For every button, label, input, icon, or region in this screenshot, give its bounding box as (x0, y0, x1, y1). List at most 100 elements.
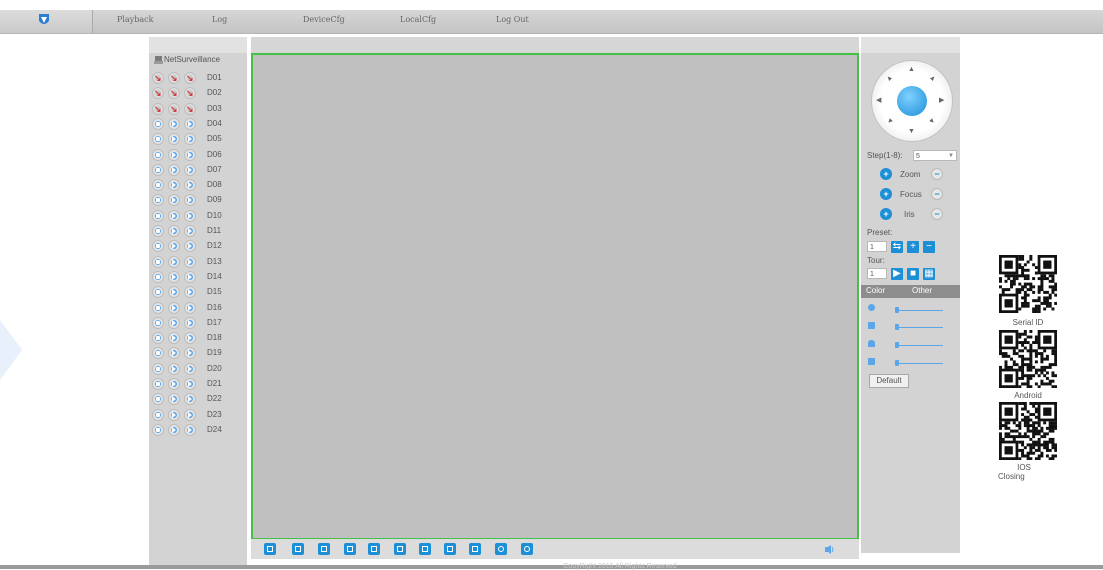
channel-stream-button[interactable]: ↘ (184, 72, 196, 84)
tour-input[interactable]: 1 (867, 268, 887, 279)
layout-16-button[interactable] (419, 543, 431, 555)
channel-play-button[interactable] (168, 255, 180, 268)
record-all-button[interactable] (444, 543, 456, 555)
preset-remove-button[interactable]: − (923, 241, 935, 253)
layout-9-button[interactable] (394, 543, 406, 555)
channel-row[interactable]: D24 (152, 423, 242, 436)
channel-row[interactable]: D11 (152, 225, 242, 237)
default-button[interactable]: Default (869, 374, 909, 388)
brightness-slider[interactable] (895, 310, 943, 311)
focus-in-button[interactable]: + (880, 188, 892, 200)
channel-play-button[interactable] (168, 240, 180, 253)
channel-stream-button[interactable] (184, 270, 196, 283)
channel-record-button[interactable]: ↘ (152, 102, 164, 115)
iris-open-button[interactable]: + (880, 208, 892, 220)
channel-row[interactable]: ↘ ↘ ↘ D03 (152, 102, 242, 115)
channel-stream-button[interactable] (184, 240, 196, 253)
channel-stream-button[interactable] (184, 255, 196, 268)
channel-row[interactable]: D04 (152, 117, 242, 130)
channel-row[interactable]: D21 (152, 378, 242, 390)
stream-toggle-button[interactable] (521, 543, 533, 555)
channel-row[interactable]: D15 (152, 286, 242, 299)
hue-knob[interactable] (895, 360, 899, 366)
nav-localcfg[interactable]: LocalCfg (400, 15, 436, 24)
channel-play-button[interactable] (168, 179, 180, 192)
channel-play-button[interactable] (168, 408, 180, 421)
channel-record-button[interactable]: ↘ (152, 72, 164, 84)
channel-row[interactable]: D22 (152, 393, 242, 406)
layout-8-button[interactable] (368, 543, 380, 555)
channel-stream-button[interactable] (184, 332, 196, 345)
channel-row[interactable]: D13 (152, 255, 242, 268)
zoom-out-button[interactable]: − (931, 168, 943, 180)
channel-record-button[interactable] (152, 148, 164, 161)
channel-play-button[interactable]: ↘ (168, 87, 180, 100)
channel-record-button[interactable] (152, 347, 164, 360)
channel-play-button[interactable] (168, 362, 180, 375)
tour-settings-button[interactable]: ▦ (923, 268, 935, 280)
channel-row[interactable]: D09 (152, 194, 242, 207)
video-viewport[interactable] (251, 53, 859, 540)
channel-row[interactable]: D06 (152, 148, 242, 161)
channel-record-button[interactable] (152, 194, 164, 207)
layout-6-button[interactable] (344, 543, 356, 555)
channel-row[interactable]: D16 (152, 301, 242, 314)
layout-4-button[interactable] (318, 543, 330, 555)
channel-stream-button[interactable] (184, 362, 196, 375)
channel-record-button[interactable] (152, 163, 164, 176)
channel-record-button[interactable] (152, 117, 164, 130)
channel-stream-button[interactable] (184, 209, 196, 222)
fullscreen-button[interactable] (264, 543, 276, 555)
ptz-left-icon[interactable]: ◀ (876, 97, 881, 104)
tour-play-button[interactable]: ▶ (891, 268, 903, 280)
channel-record-button[interactable] (152, 316, 164, 329)
saturation-knob[interactable] (895, 342, 899, 348)
channel-stream-button[interactable] (184, 423, 196, 436)
channel-stream-button[interactable] (184, 117, 196, 130)
channel-row[interactable]: ↘ ↘ ↘ D02 (152, 87, 242, 100)
channel-record-button[interactable] (152, 270, 164, 283)
preset-input[interactable]: 1 (867, 241, 887, 252)
channel-play-button[interactable] (168, 163, 180, 176)
channel-row[interactable]: D19 (152, 347, 242, 360)
channel-play-button[interactable] (168, 423, 180, 436)
channel-play-button[interactable] (168, 378, 180, 390)
channel-play-button[interactable] (168, 148, 180, 161)
nav-logout[interactable]: Log Out (496, 15, 529, 24)
saturation-slider[interactable] (895, 345, 943, 346)
channel-play-button[interactable] (168, 347, 180, 360)
channel-play-button[interactable] (168, 270, 180, 283)
hue-slider[interactable] (895, 363, 943, 364)
iris-close-button[interactable]: − (931, 208, 943, 220)
step-select[interactable]: 5 ▼ (913, 150, 957, 161)
channel-record-button[interactable] (152, 286, 164, 299)
nav-devicecfg[interactable]: DeviceCfg (303, 15, 345, 24)
channel-row[interactable]: D17 (152, 316, 242, 329)
channel-row[interactable]: D10 (152, 209, 242, 222)
device-tree-root[interactable]: NetSurveillance (154, 55, 246, 67)
channel-play-button[interactable] (168, 117, 180, 130)
channel-row[interactable]: ↘ ↘ ↘ D01 (152, 72, 242, 84)
channel-play-button[interactable] (168, 194, 180, 207)
channel-row[interactable]: D18 (152, 332, 242, 345)
focus-out-button[interactable]: − (931, 188, 943, 200)
ptz-right-icon[interactable]: ▶ (939, 97, 944, 104)
channel-record-button[interactable] (152, 393, 164, 406)
channel-record-button[interactable] (152, 179, 164, 192)
channel-record-button[interactable] (152, 423, 164, 436)
channel-play-button[interactable] (168, 301, 180, 314)
channel-record-button[interactable]: ↘ (152, 87, 164, 100)
channel-row[interactable]: D23 (152, 408, 242, 421)
channel-stream-button[interactable] (184, 408, 196, 421)
channel-record-button[interactable] (152, 225, 164, 237)
channel-play-button[interactable] (168, 286, 180, 299)
ptz-down-icon[interactable]: ▼ (908, 128, 915, 135)
ptz-up-icon[interactable]: ▲ (908, 66, 915, 73)
contrast-knob[interactable] (895, 324, 899, 330)
channel-record-button[interactable] (152, 408, 164, 421)
channel-row[interactable]: D14 (152, 270, 242, 283)
tab-color[interactable]: Color (866, 286, 885, 295)
channel-play-button[interactable] (168, 316, 180, 329)
tour-stop-button[interactable]: ■ (907, 268, 919, 280)
snapshot-button[interactable] (469, 543, 481, 555)
